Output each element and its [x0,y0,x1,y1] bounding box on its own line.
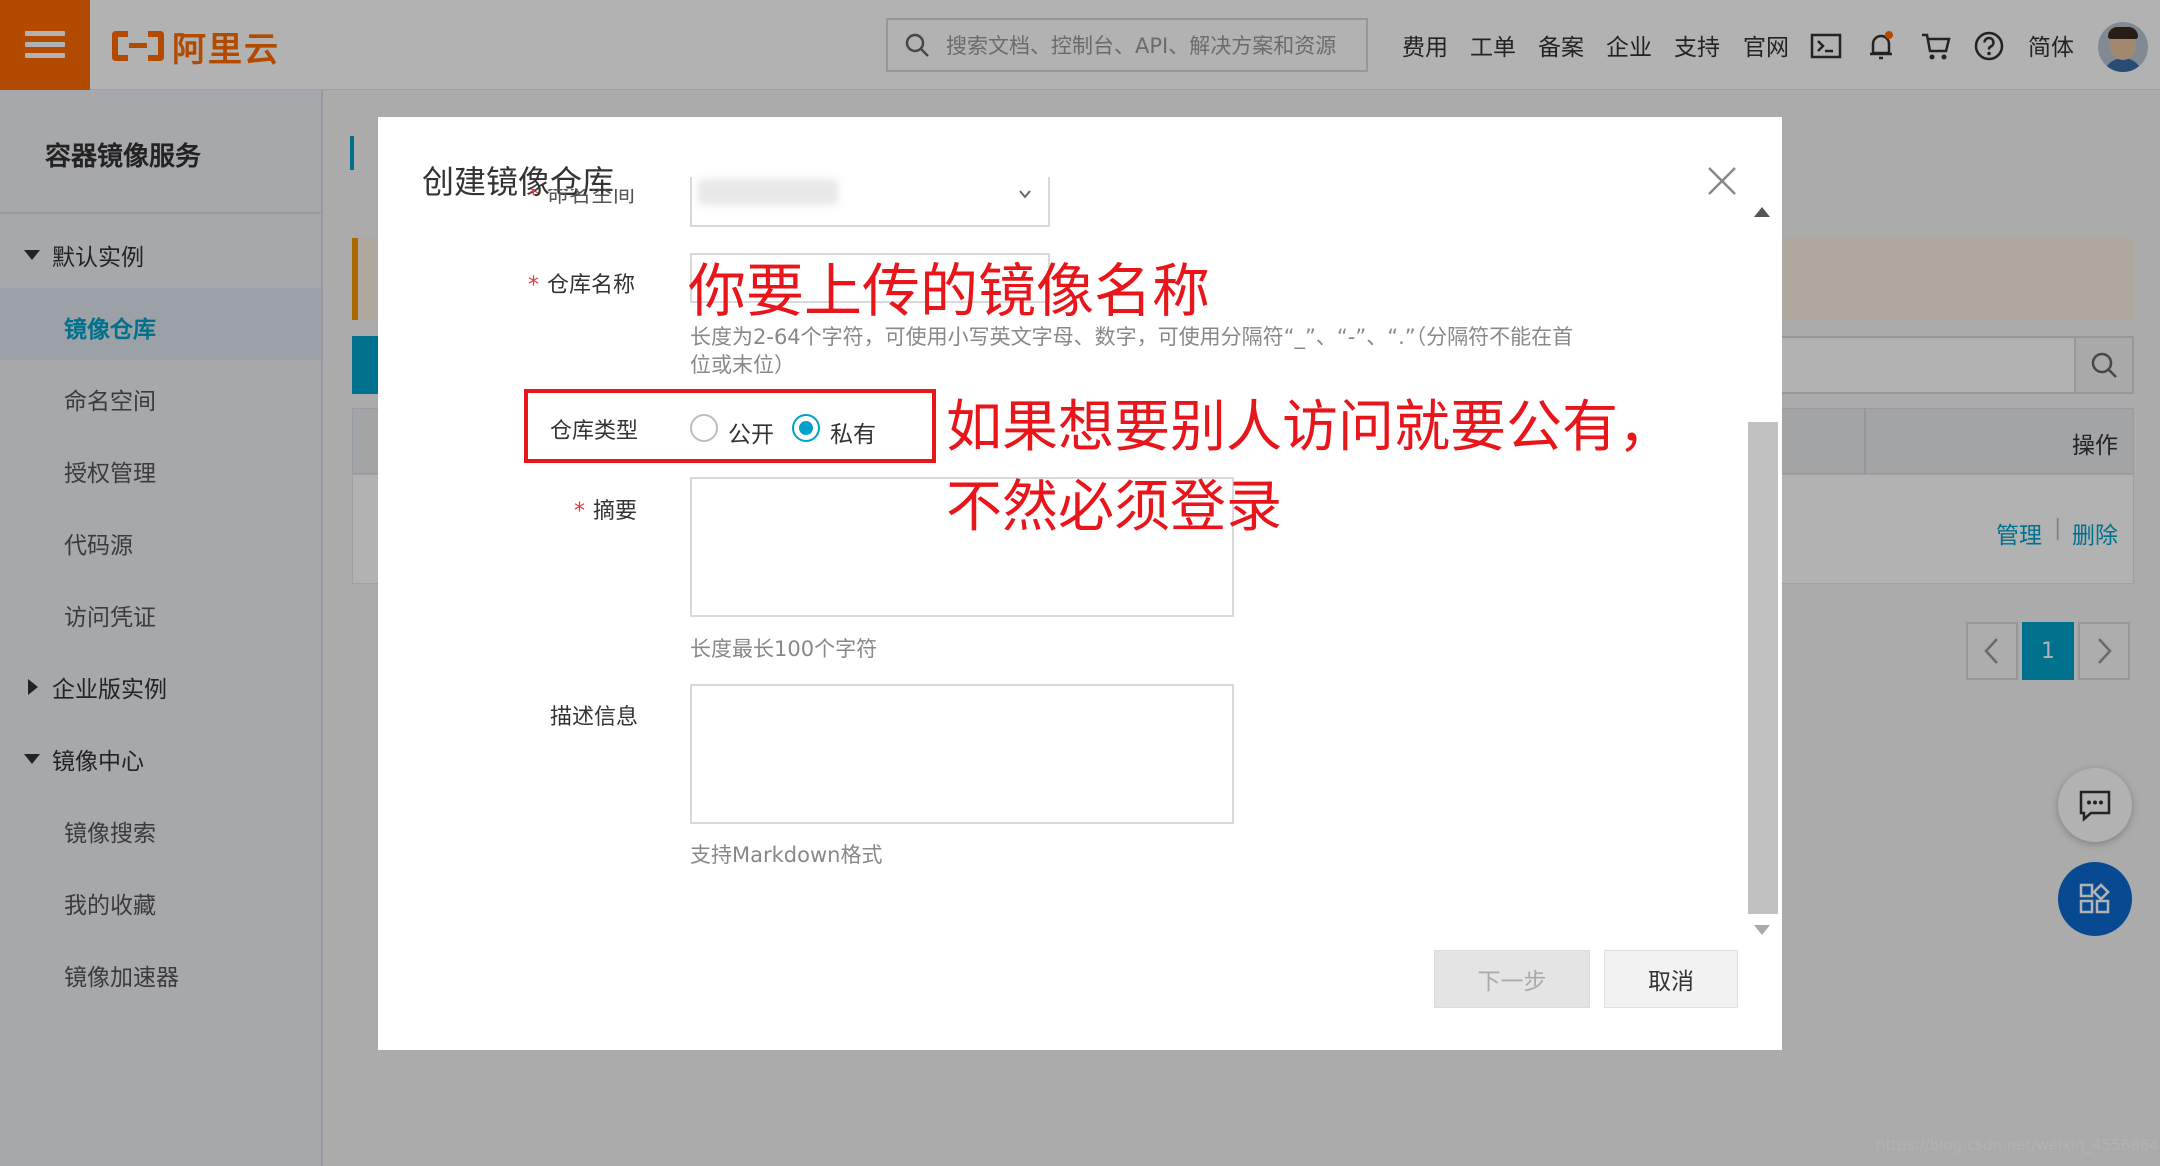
summary-label: * 摘要 [574,499,638,524]
repo-name-label: * 仓库名称 [528,273,636,298]
chevron-down-icon [1019,190,1031,199]
description-textarea[interactable] [690,684,1234,824]
annotation-repo-type-line2: 不然必须登录 [946,475,1282,540]
close-icon[interactable] [1704,163,1740,199]
summary-hint: 长度最长100个字符 [690,637,878,661]
description-label: 描述信息 [550,705,639,730]
namespace-blurred-value [698,179,838,205]
scrollbar-thumb[interactable] [1748,422,1778,914]
scroll-down-arrow[interactable] [1754,925,1770,935]
description-hint: 支持Markdown格式 [690,843,883,867]
annotation-repo-type-line1: 如果想要别人访问就要公有， [946,395,1674,460]
namespace-label: * 命名空间 [528,189,636,207]
scroll-up-arrow[interactable] [1754,207,1770,217]
annotation-repo-name: 你要上传的镜像名称 [688,257,1211,325]
cancel-button[interactable]: 取消 [1604,950,1738,1008]
repo-type-highlight-box [524,389,936,463]
repo-name-hint: 长度为2-64个字符，可使用小写英文字母、数字，可使用分隔符“_”、“-”、“.… [690,325,1574,377]
next-step-button[interactable]: 下一步 [1434,950,1590,1008]
